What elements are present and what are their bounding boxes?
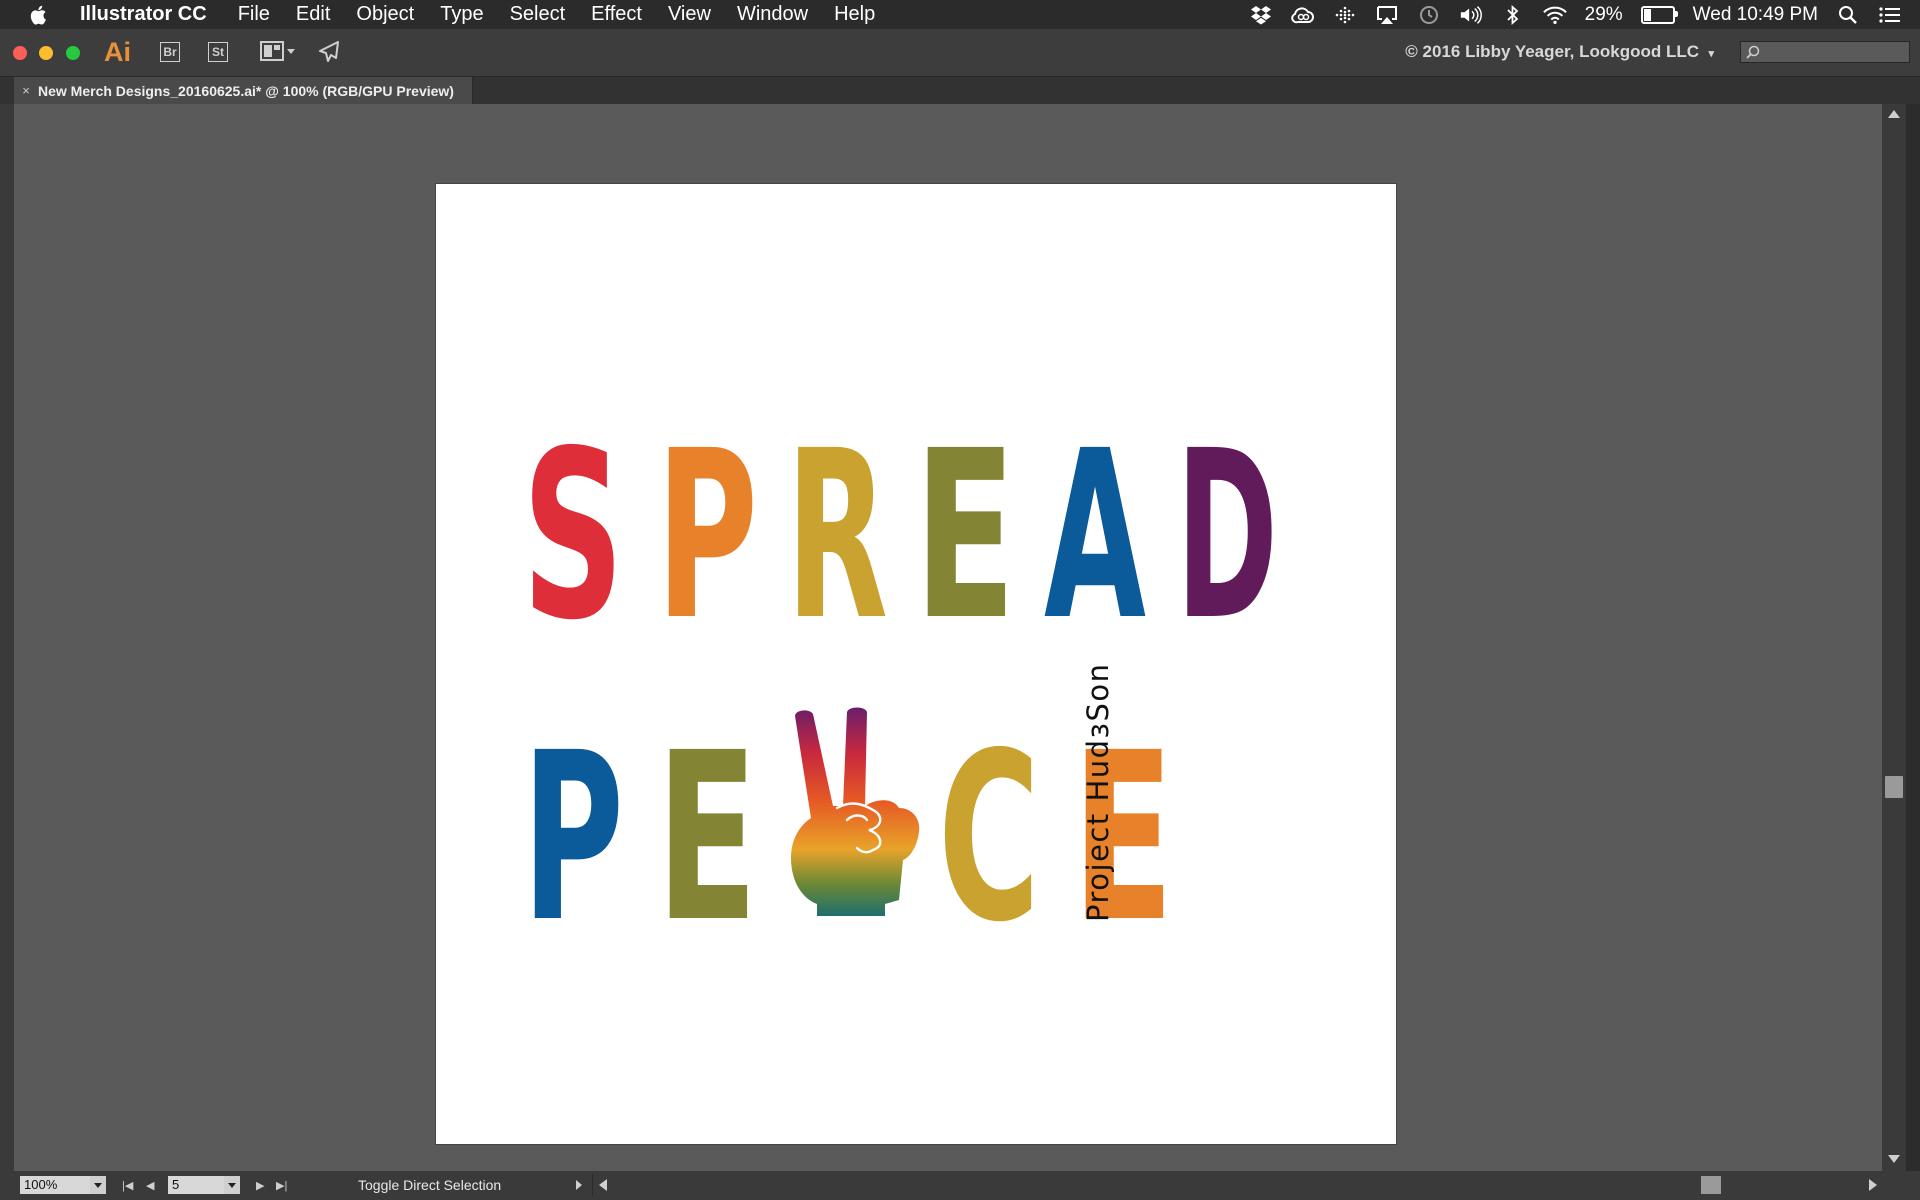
spread-letter-2: R <box>786 401 888 671</box>
application-bar: Ai Br St © 2016 Libby Yeager, Lookgood L… <box>0 29 1920 77</box>
time-machine-icon[interactable] <box>1417 3 1441 27</box>
minimize-window-button[interactable] <box>39 46 53 60</box>
next-artboard-button[interactable]: ▶ <box>256 1179 264 1192</box>
menu-type[interactable]: Type <box>440 3 483 26</box>
status-menu-arrow[interactable] <box>576 1180 582 1190</box>
artboard-number-field[interactable]: 5 <box>168 1176 224 1194</box>
canvas-left-edge <box>0 104 14 1171</box>
peace-letter-1: E <box>656 703 758 973</box>
last-artboard-button[interactable]: ▶| <box>276 1179 287 1192</box>
battery-level <box>1643 8 1652 21</box>
horizontal-scroll-thumb[interactable] <box>1701 1176 1721 1194</box>
spread-letter-1: P <box>656 401 758 671</box>
volume-icon[interactable] <box>1459 3 1483 27</box>
menu-file[interactable]: File <box>238 3 270 26</box>
clock[interactable]: Wed 10:49 PM <box>1693 4 1818 26</box>
airplay-icon[interactable] <box>1375 3 1399 27</box>
menu-select[interactable]: Select <box>510 3 566 26</box>
artboard[interactable]: SPREAD PECE Project HudɜSon <box>436 184 1396 1144</box>
close-window-button[interactable] <box>13 46 27 60</box>
battery-icon[interactable] <box>1640 5 1678 24</box>
zoom-dropdown-button[interactable] <box>90 1176 106 1194</box>
search-icon <box>1746 45 1760 64</box>
peace-hand-graphic <box>791 707 920 916</box>
battery-percent: 29% <box>1584 3 1623 25</box>
arrange-documents-icon[interactable] <box>260 41 296 68</box>
spread-peace-artwork[interactable]: SPREAD PECE Project HudɜSon <box>436 184 1396 1144</box>
word-spread: SPREAD <box>522 401 1278 671</box>
dotted-grid-icon[interactable] <box>1333 3 1357 27</box>
spread-letter-0: S <box>522 401 624 671</box>
chevron-down-icon: ▾ <box>1708 48 1714 60</box>
spread-letter-5: D <box>1176 401 1278 671</box>
document-tab[interactable]: × New Merch Designs_20160625.ai* @ 100% … <box>14 77 473 104</box>
bridge-button[interactable]: Br <box>160 42 180 62</box>
menu-edit[interactable]: Edit <box>296 3 330 26</box>
panel-edge <box>1906 104 1920 1171</box>
zoom-window-button[interactable] <box>66 46 80 60</box>
artboard-dropdown-button[interactable] <box>224 1176 240 1194</box>
peace-letter-2: C <box>938 703 1040 973</box>
notification-center-icon[interactable] <box>1878 3 1902 27</box>
gpu-performance-icon[interactable] <box>316 41 340 68</box>
document-tab-bar: × New Merch Designs_20160625.ai* @ 100% … <box>0 77 1920 104</box>
spotlight-search-icon[interactable] <box>1836 3 1860 27</box>
app-menu[interactable]: Illustrator CC <box>80 3 207 26</box>
menu-view[interactable]: View <box>668 3 711 26</box>
menu-window[interactable]: Window <box>737 3 808 26</box>
spread-letter-3: E <box>914 401 1016 671</box>
horizontal-scrollbar[interactable] <box>592 1174 1893 1196</box>
workspace-title: © 2016 Libby Yeager, Lookgood LLC <box>1405 42 1700 61</box>
spread-letter-4: A <box>1044 401 1146 671</box>
workspace-switcher[interactable]: © 2016 Libby Yeager, Lookgood LLC ▾ <box>1405 42 1714 62</box>
creative-cloud-icon[interactable] <box>1290 3 1315 27</box>
menu-bar: Illustrator CC File Edit Object Type Sel… <box>0 0 1920 29</box>
scroll-down-arrow[interactable] <box>1888 1155 1900 1163</box>
stock-button[interactable]: St <box>208 42 228 62</box>
help-search-input[interactable] <box>1763 42 1907 62</box>
dropbox-icon[interactable] <box>1249 3 1273 27</box>
vertical-scrollbar[interactable] <box>1882 104 1906 1171</box>
scroll-left-arrow[interactable] <box>599 1179 607 1191</box>
status-menus: 29% Wed 10:49 PM <box>1249 0 1902 29</box>
vertical-scroll-thumb[interactable] <box>1885 776 1903 798</box>
menu-object[interactable]: Object <box>356 3 414 26</box>
close-tab-icon[interactable]: × <box>14 83 38 98</box>
peace-letter-0: P <box>522 703 624 973</box>
scroll-up-arrow[interactable] <box>1888 110 1900 118</box>
canvas[interactable]: SPREAD PECE Project HudɜSon <box>14 104 1882 1171</box>
bluetooth-icon[interactable] <box>1501 3 1525 27</box>
help-search-box[interactable] <box>1740 41 1910 63</box>
document-tab-title: New Merch Designs_20160625.ai* @ 100% (R… <box>38 82 454 99</box>
status-bar: 100% |◀ ◀ 5 ▶ ▶| Toggle Direct Selection <box>0 1171 1920 1200</box>
menu-help[interactable]: Help <box>834 3 875 26</box>
apple-icon[interactable] <box>26 2 52 28</box>
project-hudson-text: Project HudɜSon <box>1081 663 1115 922</box>
wifi-icon[interactable] <box>1542 3 1567 27</box>
previous-artboard-button[interactable]: ◀ <box>146 1179 154 1192</box>
first-artboard-button[interactable]: |◀ <box>122 1179 133 1192</box>
illustrator-logo: Ai <box>104 37 131 67</box>
zoom-level-field[interactable]: 100% <box>20 1176 90 1194</box>
scroll-right-arrow[interactable] <box>1869 1179 1877 1191</box>
menu-effect[interactable]: Effect <box>591 3 642 26</box>
tool-hint: Toggle Direct Selection <box>358 1177 502 1193</box>
